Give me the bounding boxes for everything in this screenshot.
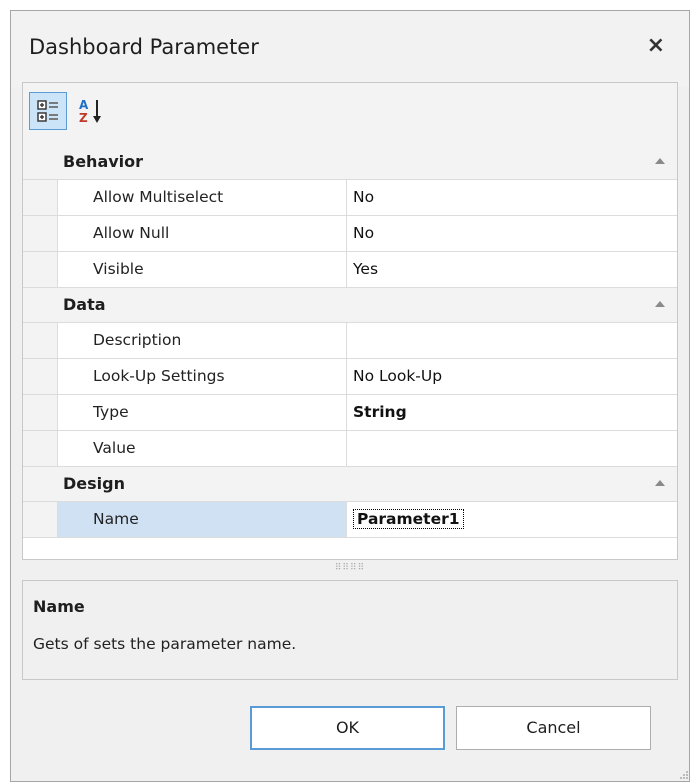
- property-value[interactable]: No: [347, 216, 677, 251]
- property-rows: Behavior Allow Multiselect No Allow Null…: [23, 145, 677, 538]
- svg-text:Z: Z: [79, 111, 88, 125]
- resize-grip-icon[interactable]: [679, 770, 689, 780]
- property-name: Type: [57, 395, 347, 430]
- collapse-arrow-icon[interactable]: [655, 301, 665, 307]
- property-name: Allow Multiselect: [57, 180, 347, 215]
- property-row-name[interactable]: Name Parameter1: [23, 502, 677, 538]
- category-label: Data: [63, 295, 106, 314]
- category-data[interactable]: Data: [23, 288, 677, 323]
- property-name: Look-Up Settings: [57, 359, 347, 394]
- ok-button[interactable]: OK: [250, 706, 445, 750]
- property-value[interactable]: No: [347, 180, 677, 215]
- property-value[interactable]: [347, 431, 677, 466]
- categorized-view-button[interactable]: [29, 92, 67, 130]
- collapse-arrow-icon[interactable]: [655, 480, 665, 486]
- description-panel: Name Gets of sets the parameter name.: [22, 580, 678, 680]
- title-bar: Dashboard Parameter ×: [11, 11, 689, 87]
- property-row-allow-multiselect[interactable]: Allow Multiselect No: [23, 180, 677, 216]
- category-behavior[interactable]: Behavior: [23, 145, 677, 180]
- property-row-look-up-settings[interactable]: Look-Up Settings No Look-Up: [23, 359, 677, 395]
- name-value-input[interactable]: Parameter1: [353, 509, 464, 529]
- property-value[interactable]: [347, 323, 677, 358]
- category-design[interactable]: Design: [23, 467, 677, 502]
- collapse-arrow-icon[interactable]: [655, 158, 665, 164]
- categorized-icon: [37, 100, 58, 122]
- close-icon[interactable]: ×: [647, 35, 665, 57]
- category-label: Behavior: [63, 152, 144, 171]
- property-value[interactable]: String: [347, 395, 677, 430]
- property-row-allow-null[interactable]: Allow Null No: [23, 216, 677, 252]
- property-row-type[interactable]: Type String: [23, 395, 677, 431]
- property-grid: A Z Behavior Allow Multiselect No Allow …: [22, 82, 678, 560]
- dialog-title: Dashboard Parameter: [29, 35, 259, 59]
- property-name: Value: [57, 431, 347, 466]
- description-text: Gets of sets the parameter name.: [33, 635, 297, 653]
- property-name: Visible: [57, 252, 347, 287]
- svg-text:A: A: [79, 98, 89, 112]
- property-name: Allow Null: [57, 216, 347, 251]
- property-row-value[interactable]: Value: [23, 431, 677, 467]
- property-name: Description: [57, 323, 347, 358]
- alphabetical-sort-button[interactable]: A Z: [75, 92, 113, 130]
- property-value-editor[interactable]: Parameter1: [347, 502, 677, 537]
- property-grid-toolbar: A Z: [23, 83, 677, 145]
- property-row-description[interactable]: Description: [23, 323, 677, 359]
- property-value[interactable]: No Look-Up: [347, 359, 677, 394]
- description-title: Name: [33, 597, 85, 616]
- splitter-handle[interactable]: ⠿⠿⠿⠿: [22, 561, 678, 575]
- sort-az-icon: A Z: [79, 98, 101, 125]
- property-name: Name: [57, 502, 347, 537]
- cancel-button[interactable]: Cancel: [456, 706, 651, 750]
- property-value[interactable]: Yes: [347, 252, 677, 287]
- property-row-visible[interactable]: Visible Yes: [23, 252, 677, 288]
- category-label: Design: [63, 474, 125, 493]
